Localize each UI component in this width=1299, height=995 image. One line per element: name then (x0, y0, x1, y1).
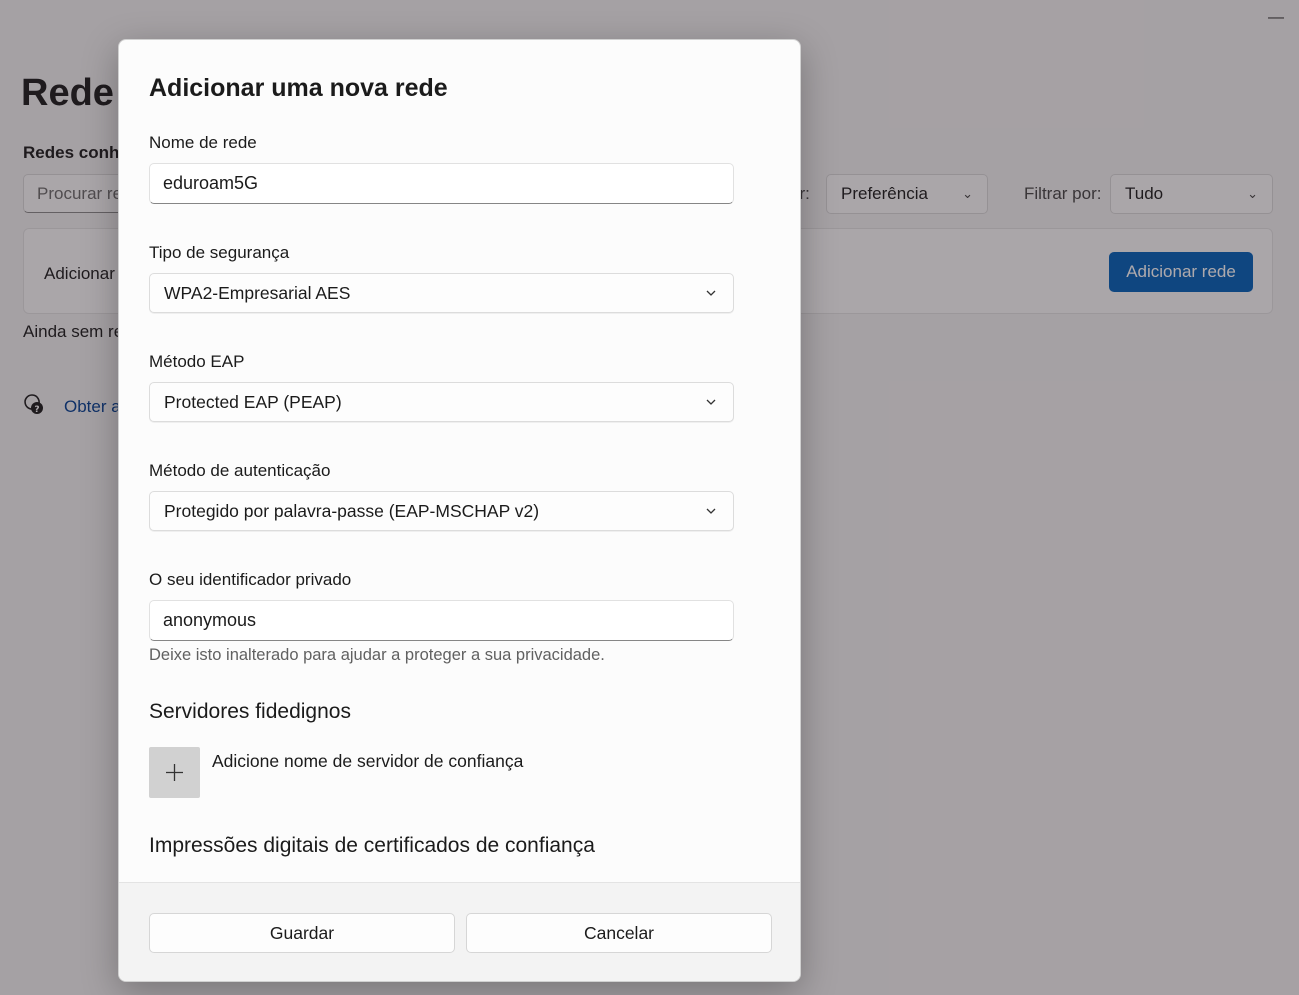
private-id-helper: Deixe isto inalterado para ajudar a prot… (149, 646, 605, 664)
network-name-label: Nome de rede (149, 133, 257, 152)
auth-method-value: Protegido por palavra-passe (EAP-MSCHAP … (164, 501, 540, 521)
eap-method-dropdown[interactable]: Protected EAP (PEAP) (149, 382, 734, 422)
add-trusted-server-button[interactable] (149, 747, 200, 798)
auth-method-label: Método de autenticação (149, 461, 331, 480)
trusted-servers-heading: Servidores fidedignos (149, 700, 351, 723)
add-network-dialog: Adicionar uma nova rede Nome de rede edu… (118, 39, 801, 982)
cancel-button[interactable]: Cancelar (466, 913, 772, 953)
plus-icon (166, 764, 183, 781)
private-id-input[interactable]: anonymous (149, 600, 734, 641)
eap-method-value: Protected EAP (PEAP) (164, 392, 342, 412)
eap-method-label: Método EAP (149, 352, 245, 371)
private-id-label: O seu identificador privado (149, 570, 352, 589)
security-type-value: WPA2-Empresarial AES (164, 283, 351, 303)
chevron-down-icon (706, 508, 716, 514)
save-button[interactable]: Guardar (149, 913, 455, 953)
chevron-down-icon (706, 399, 716, 405)
security-type-label: Tipo de segurança (149, 243, 290, 262)
security-type-dropdown[interactable]: WPA2-Empresarial AES (149, 273, 734, 313)
chevron-down-icon (706, 290, 716, 296)
add-trusted-server-label: Adicione nome de servidor de confiança (212, 751, 524, 771)
network-name-input[interactable]: eduroam5G (149, 163, 734, 204)
dialog-title: Adicionar uma nova rede (149, 74, 448, 102)
certificate-thumbprints-heading: Impressões digitais de certificados de c… (149, 834, 595, 857)
auth-method-dropdown[interactable]: Protegido por palavra-passe (EAP-MSCHAP … (149, 491, 734, 531)
dialog-footer: Guardar Cancelar (119, 882, 800, 981)
